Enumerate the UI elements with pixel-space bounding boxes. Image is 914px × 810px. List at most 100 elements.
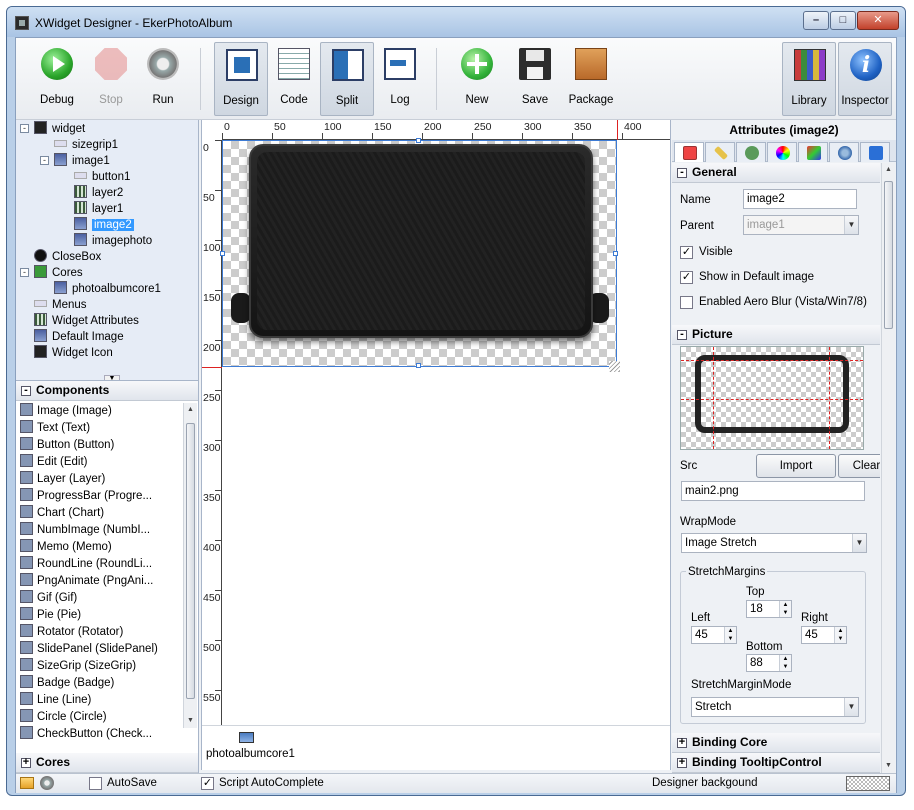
tree-item-default-image[interactable]: Default Image bbox=[34, 329, 124, 345]
tree-item-widget-icon[interactable]: Widget Icon bbox=[34, 345, 113, 361]
scroll-up-arrow[interactable]: ▲ bbox=[882, 163, 895, 177]
tree-item-layer2[interactable]: layer2 bbox=[74, 185, 123, 201]
widget-canvas[interactable] bbox=[220, 138, 620, 372]
import-button[interactable]: Import bbox=[756, 454, 836, 478]
tree-item-photoalbumcore1[interactable]: photoalbumcore1 bbox=[54, 281, 161, 297]
spin-arrows-icon[interactable]: ▲ ▼ bbox=[779, 655, 791, 671]
minimize-button[interactable]: – bbox=[803, 11, 829, 30]
clear-button[interactable]: Clear bbox=[838, 454, 880, 478]
component-item[interactable]: PngAnimate (PngAni... bbox=[16, 573, 182, 590]
image2-element[interactable] bbox=[249, 144, 593, 338]
cores-header[interactable]: + Cores bbox=[16, 753, 198, 773]
attributes-scrollbar[interactable]: ▲ ▼ bbox=[881, 163, 895, 773]
component-item[interactable]: Circle (Circle) bbox=[16, 709, 182, 726]
tree-item-layer1[interactable]: layer1 bbox=[74, 201, 123, 217]
tree-item-button1[interactable]: button1 bbox=[74, 169, 130, 185]
resize-handle[interactable] bbox=[416, 138, 421, 143]
component-item[interactable]: Pie (Pie) bbox=[16, 607, 182, 624]
show-default-checkbox[interactable]: ✓ bbox=[680, 271, 693, 284]
tab-general[interactable] bbox=[674, 142, 704, 162]
debug-button[interactable]: Debug bbox=[30, 42, 84, 116]
library-button[interactable]: Library bbox=[782, 42, 836, 116]
component-item[interactable]: Button (Button) bbox=[16, 437, 182, 454]
designer-background-swatch[interactable] bbox=[846, 776, 890, 791]
tree-expander[interactable]: - bbox=[40, 156, 49, 165]
aero-blur-checkbox[interactable] bbox=[680, 296, 693, 309]
autosave-checkbox[interactable] bbox=[89, 777, 102, 790]
close-button[interactable]: ✕ bbox=[857, 11, 899, 30]
tree-item-widget-attributes[interactable]: Widget Attributes bbox=[34, 313, 139, 329]
tree-expander[interactable]: - bbox=[20, 124, 29, 133]
design-button[interactable]: Design bbox=[214, 42, 268, 116]
tab-3d[interactable] bbox=[860, 142, 890, 162]
right-margin-stepper[interactable]: 45 ▲ ▼ bbox=[801, 626, 847, 644]
gear-icon[interactable] bbox=[40, 776, 54, 790]
left-margin-stepper[interactable]: 45 ▲ ▼ bbox=[691, 626, 737, 644]
scroll-up-arrow[interactable]: ▲ bbox=[184, 403, 197, 417]
log-button[interactable]: Log bbox=[373, 42, 427, 116]
spin-arrows-icon[interactable]: ▲ ▼ bbox=[724, 627, 736, 643]
new-button[interactable]: New bbox=[450, 42, 504, 116]
tree-expander[interactable]: - bbox=[20, 268, 29, 277]
run-button[interactable]: Run bbox=[136, 42, 190, 116]
scroll-down-arrow[interactable]: ▼ bbox=[882, 759, 895, 773]
component-item[interactable]: NumbImage (NumbI... bbox=[16, 522, 182, 539]
spin-arrows-icon[interactable]: ▲ ▼ bbox=[834, 627, 846, 643]
tree-item-closebox[interactable]: CloseBox bbox=[34, 249, 101, 265]
components-header[interactable]: - Components bbox=[16, 381, 198, 401]
core-icon[interactable] bbox=[239, 732, 254, 743]
tree-item-image2[interactable]: image2 bbox=[74, 217, 134, 233]
component-item[interactable]: CheckButton (Check... bbox=[16, 726, 182, 743]
component-item[interactable]: SlidePanel (SlidePanel) bbox=[16, 641, 182, 658]
tab-effects[interactable] bbox=[798, 142, 828, 162]
tab-layout[interactable] bbox=[705, 142, 735, 162]
spin-arrows-icon[interactable]: ▲ ▼ bbox=[779, 601, 791, 617]
name-field[interactable]: image2 bbox=[743, 189, 857, 209]
src-field[interactable]: main2.png bbox=[681, 481, 865, 501]
tree-item-imagephoto[interactable]: imagephoto bbox=[74, 233, 152, 249]
component-item[interactable]: Text (Text) bbox=[16, 420, 182, 437]
top-margin-stepper[interactable]: 18 ▲ ▼ bbox=[746, 600, 792, 618]
folder-icon[interactable] bbox=[20, 777, 34, 789]
component-item[interactable]: Gif (Gif) bbox=[16, 590, 182, 607]
maximize-button[interactable]: □ bbox=[830, 11, 856, 30]
parent-select[interactable]: image1 ▼ bbox=[743, 215, 859, 235]
component-item[interactable]: Chart (Chart) bbox=[16, 505, 182, 522]
tab-shape[interactable] bbox=[736, 142, 766, 162]
package-button[interactable]: Package bbox=[564, 42, 618, 116]
component-item[interactable]: Edit (Edit) bbox=[16, 454, 182, 471]
scrollbar-thumb[interactable] bbox=[884, 181, 893, 329]
resize-handle[interactable] bbox=[613, 251, 618, 256]
script-autocomplete-checkbox[interactable]: ✓ bbox=[201, 777, 214, 790]
resize-handle[interactable] bbox=[416, 363, 421, 368]
visible-checkbox[interactable]: ✓ bbox=[680, 246, 693, 259]
save-button[interactable]: Save bbox=[508, 42, 562, 116]
binding-tooltip-header[interactable]: + Binding TooltipControl bbox=[672, 753, 880, 773]
scroll-down-arrow[interactable]: ▼ bbox=[184, 714, 197, 728]
component-item[interactable]: Rotator (Rotator) bbox=[16, 624, 182, 641]
scrollbar-thumb[interactable] bbox=[186, 423, 195, 699]
component-item[interactable]: SizeGrip (SizeGrip) bbox=[16, 658, 182, 675]
component-item[interactable]: Layer (Layer) bbox=[16, 471, 182, 488]
resize-handle[interactable] bbox=[220, 251, 225, 256]
bottom-margin-stepper[interactable]: 88 ▲ ▼ bbox=[746, 654, 792, 672]
binding-core-header[interactable]: + Binding Core bbox=[672, 733, 880, 753]
components-scrollbar[interactable]: ▲ ▼ bbox=[183, 403, 197, 728]
inspector-button[interactable]: Inspector bbox=[838, 42, 892, 116]
tree-item-widget[interactable]: widget bbox=[34, 121, 85, 137]
code-button[interactable]: Code bbox=[267, 42, 321, 116]
tree-item-sizegrip1[interactable]: sizegrip1 bbox=[54, 137, 118, 153]
tree-item-menus[interactable]: Menus bbox=[34, 297, 87, 313]
component-item[interactable]: Memo (Memo) bbox=[16, 539, 182, 556]
general-header[interactable]: - General bbox=[672, 163, 880, 183]
picture-header[interactable]: - Picture bbox=[672, 325, 880, 345]
component-item[interactable]: RoundLine (RoundLi... bbox=[16, 556, 182, 573]
component-item[interactable]: Line (Line) bbox=[16, 692, 182, 709]
component-item[interactable]: ProgressBar (Progre... bbox=[16, 488, 182, 505]
tab-events[interactable] bbox=[829, 142, 859, 162]
stretch-margin-mode-select[interactable]: Stretch ▼ bbox=[691, 697, 859, 717]
tree-item-image1[interactable]: image1 bbox=[54, 153, 110, 169]
split-button[interactable]: Split bbox=[320, 42, 374, 116]
component-item[interactable]: Image (Image) bbox=[16, 403, 182, 420]
size-grip[interactable] bbox=[609, 361, 620, 372]
